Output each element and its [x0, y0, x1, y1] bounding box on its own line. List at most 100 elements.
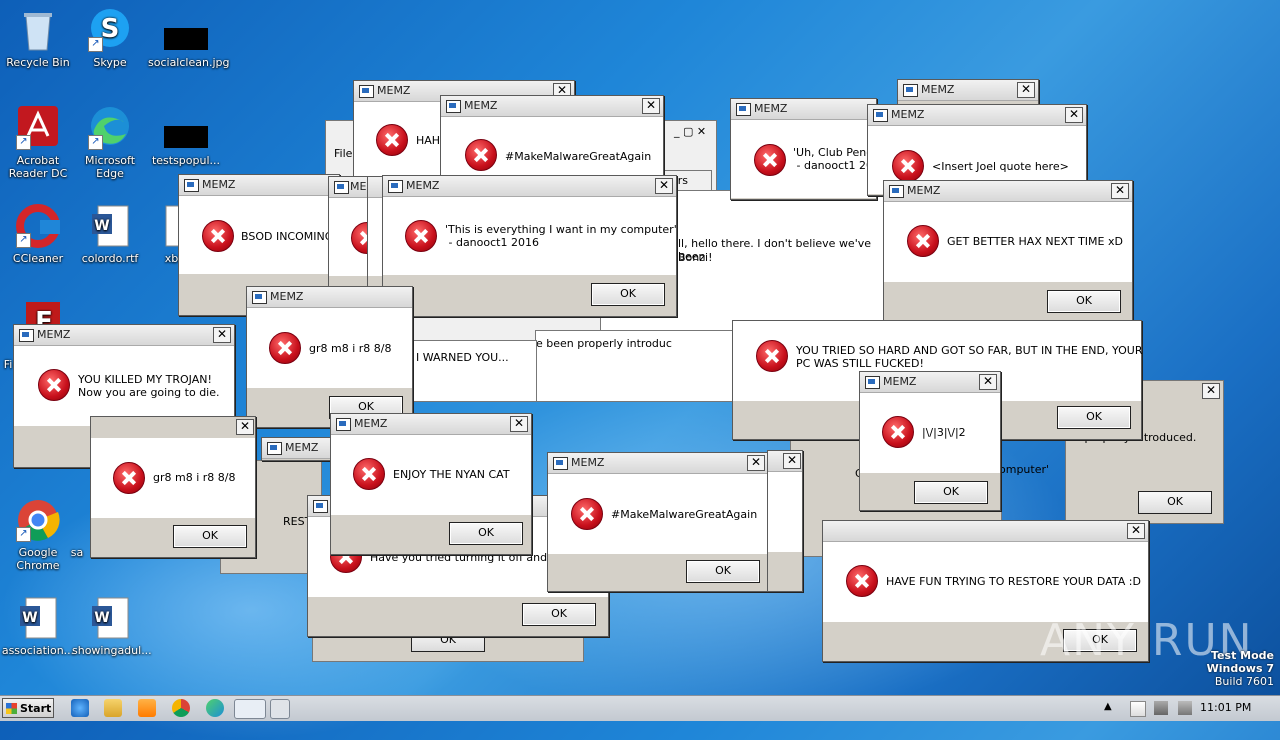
close-icon[interactable]: ✕ — [655, 178, 673, 194]
dlg-memz-leet[interactable]: MEMZ ✕ |\/|3|\/|2 OK — [859, 371, 1001, 511]
svg-text:W: W — [94, 218, 109, 234]
desktop-icon-acrobat[interactable]: ↗ Acrobat Reader DC — [0, 106, 76, 180]
ok-button[interactable]: OK — [449, 522, 523, 545]
ok-button[interactable]: OK — [173, 525, 247, 548]
error-icon — [269, 332, 301, 364]
dlg-nyan[interactable]: MEMZ ✕ ENJOY THE NYAN CAT OK — [330, 413, 532, 555]
desktop-icon-sa[interactable]: sa — [62, 498, 92, 559]
word-doc-icon: W — [88, 596, 132, 640]
dialog-title: ME — [350, 180, 367, 193]
desktop-icon-association[interactable]: W association... — [0, 596, 76, 657]
flag-icon[interactable] — [1130, 701, 1146, 717]
dialog-message: #MakeMalwareGreatAgain — [505, 150, 652, 163]
desktop-icon-colordo[interactable]: W colordo.rtf — [72, 204, 148, 265]
skype-icon: S ↗ — [88, 8, 132, 52]
ccleaner-icon: ↗ — [16, 204, 60, 248]
memz-app-icon — [865, 376, 880, 389]
icon-label: CCleaner — [12, 252, 64, 265]
dialog-message: gr8 m8 i r8 8/8 — [309, 342, 392, 355]
watermark-line: Build 7601 — [1214, 675, 1274, 688]
close-icon[interactable]: ✕ — [642, 98, 660, 114]
desktop-icon-skype[interactable]: S ↗ Skype — [72, 8, 148, 69]
acrobat-icon: ↗ — [16, 106, 60, 150]
memz-app-icon — [313, 500, 328, 513]
dialog-title: MEMZ — [883, 375, 917, 388]
memz-app-icon — [359, 85, 374, 98]
desktop-icon-socialclean[interactable]: socialclean.jpg — [148, 8, 229, 69]
edge-taskbar-icon[interactable] — [206, 699, 224, 717]
dialog-message: YOU KILLED MY TROJAN! Now you are going … — [78, 373, 220, 399]
clock[interactable]: 11:01 PM — [1200, 701, 1251, 714]
svg-text:W: W — [22, 610, 37, 626]
error-icon — [202, 220, 234, 252]
windows-logo-icon — [6, 703, 17, 714]
start-button[interactable]: Start — [2, 698, 54, 718]
dlg-gr8-bottom[interactable]: ✕ gr8 m8 i r8 8/8 OK — [90, 416, 256, 558]
background-fragment: e been properly introduc — [535, 330, 737, 402]
error-icon — [907, 225, 939, 257]
ie-icon[interactable] — [71, 699, 89, 717]
close-icon[interactable]: ✕ — [1065, 107, 1083, 123]
icon-label: showingadul... — [72, 644, 152, 657]
close-icon[interactable]: ✕ — [1017, 82, 1035, 98]
ok-button[interactable]: OK — [686, 560, 760, 583]
dlg-better-hax[interactable]: MEMZ ✕ GET BETTER HAX NEXT TIME xD OK — [883, 180, 1133, 324]
dialog-message: gr8 m8 i r8 8/8 — [153, 471, 236, 484]
dialog-message: |\/|3|\/|2 — [922, 426, 966, 439]
explorer-folder-icon[interactable] — [104, 699, 122, 717]
dialog-message: #MakeMalwareGreatAgain — [611, 508, 758, 521]
chrome-icon: ↗ — [16, 498, 60, 542]
close-icon[interactable]: ✕ — [1202, 383, 1220, 399]
desktop-icon-showingadul[interactable]: W showingadul... — [72, 596, 152, 657]
icon-label: Google Chrome — [16, 546, 60, 572]
desktop-icon-edge[interactable]: ↗ Microsoft Edge — [72, 106, 148, 180]
memz-app-icon — [903, 84, 918, 97]
memz-app-icon — [184, 179, 199, 192]
icon-label: Recycle Bin — [6, 56, 70, 69]
memz-app-icon — [873, 109, 888, 122]
ok-button[interactable]: OK — [1138, 491, 1212, 514]
ok-button[interactable]: OK — [1047, 290, 1121, 313]
dlg-make-malware-bottom[interactable]: MEMZ ✕ #MakeMalwareGreatAgain OK — [547, 452, 769, 592]
ok-button[interactable]: OK — [914, 481, 988, 504]
memz-taskbar-icon[interactable] — [234, 699, 266, 719]
word-doc-icon — [62, 498, 92, 542]
close-icon[interactable]: ✕ — [747, 455, 765, 471]
icon-label: Fi — [3, 358, 13, 371]
volume-icon[interactable] — [1178, 701, 1192, 715]
dlg-gr8-top[interactable]: MEMZ gr8 m8 i r8 8/8 OK — [246, 286, 413, 428]
close-icon[interactable]: ✕ — [1127, 523, 1145, 539]
close-icon[interactable]: ✕ — [213, 327, 231, 343]
desktop-icon-ccleaner[interactable]: ↗ CCleaner — [0, 204, 76, 265]
error-icon — [754, 144, 786, 176]
desktop-icon-recycle-bin[interactable]: Recycle Bin — [0, 8, 76, 69]
close-icon[interactable]: ✕ — [783, 453, 801, 469]
media-player-icon[interactable] — [138, 699, 156, 717]
fragment-text: omputer' — [999, 463, 1050, 476]
window-buttons[interactable]: _ ▢ ✕ — [674, 125, 706, 138]
close-icon[interactable]: ✕ — [236, 419, 254, 435]
icon-label: Skype — [93, 56, 127, 69]
dlg-everything[interactable]: MEMZ ✕ 'This is everything I want in my c… — [382, 175, 677, 317]
desktop-icon-testspopul[interactable]: testspopul... — [148, 106, 224, 167]
chrome-taskbar-icon[interactable] — [172, 699, 190, 717]
edge-icon: ↗ — [88, 106, 132, 150]
close-icon[interactable]: ✕ — [1111, 183, 1129, 199]
icon-label: socialclean.jpg — [148, 56, 230, 69]
close-icon[interactable]: ✕ — [979, 374, 997, 390]
file-menu[interactable]: File — [334, 147, 352, 160]
dialog-message: BSOD INCOMING — [241, 230, 334, 243]
svg-text:W: W — [94, 610, 109, 626]
error-icon — [405, 220, 437, 252]
ok-button[interactable]: OK — [591, 283, 665, 306]
ok-button[interactable]: OK — [1057, 406, 1131, 429]
network-icon[interactable] — [1154, 701, 1168, 715]
calculator-taskbar-icon[interactable] — [270, 699, 290, 719]
close-icon[interactable]: ✕ — [510, 416, 528, 432]
chevron-up-icon[interactable]: ▲ — [1104, 701, 1118, 715]
dialog-title: MEMZ — [37, 328, 71, 341]
dlg-club-penguin[interactable]: MEMZ 'Uh, Club Pengu - danooct1 201 — [730, 98, 880, 200]
ok-button[interactable]: OK — [522, 603, 596, 626]
error-icon — [756, 340, 788, 372]
word-doc-icon: W — [16, 596, 60, 640]
